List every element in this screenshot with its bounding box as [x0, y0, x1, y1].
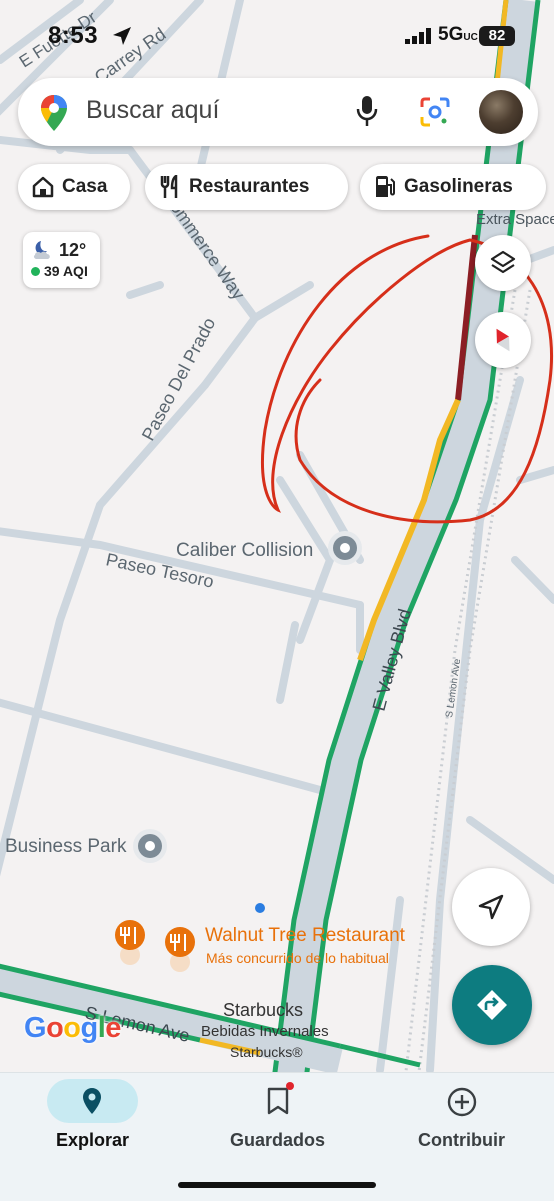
label-extra-space: Extra Space: [476, 211, 554, 228]
nav-contribuir-label: Contribuir: [418, 1130, 505, 1150]
chip-casa[interactable]: Casa: [18, 164, 130, 210]
starbucks-sub2: Starbucks®: [230, 1044, 303, 1060]
home-indicator: [178, 1182, 376, 1188]
moon-cloud-icon: [33, 241, 50, 259]
battery-indicator: 82: [479, 26, 515, 46]
layers-icon: [490, 250, 516, 274]
status-time: 8:53: [48, 22, 99, 49]
chip-restaurantes-label: Restaurantes: [189, 176, 310, 197]
nav-guardados-label: Guardados: [229, 1130, 326, 1150]
explore-pin-icon: [83, 1088, 101, 1114]
mic-icon[interactable]: [356, 95, 378, 127]
avatar[interactable]: [479, 90, 523, 134]
my-location-icon: [478, 894, 504, 920]
google-logo: Google: [24, 1012, 121, 1044]
signal-icon: [405, 28, 431, 44]
weather-widget[interactable]: 12° 39 AQI: [23, 232, 100, 288]
maps-pin-icon: [41, 95, 67, 131]
starbucks-sub1: Bebidas Invernales: [201, 1023, 329, 1040]
guardados-badge: [286, 1082, 294, 1090]
compass-icon: [496, 328, 510, 352]
aqi-dot: [31, 267, 40, 276]
walnut-tree-label[interactable]: Walnut Tree Restaurant: [205, 925, 405, 947]
poi-caliber-pin[interactable]: [328, 531, 362, 565]
weather-aqi: 39 AQI: [44, 263, 88, 279]
chip-gasolineras-label: Gasolineras: [404, 176, 513, 197]
search-bar[interactable]: Buscar aquí: [18, 78, 538, 146]
location-arrow-icon: [113, 27, 131, 45]
my-location-button[interactable]: [452, 868, 530, 946]
user-location-dot: [255, 903, 265, 913]
network-type: 5GUC: [438, 24, 478, 45]
chip-casa-label: Casa: [62, 176, 108, 197]
lens-icon[interactable]: [420, 97, 450, 127]
starbucks-label[interactable]: Starbucks: [223, 1000, 303, 1021]
chip-gasolineras[interactable]: Gasolineras: [360, 164, 546, 210]
directions-icon: [477, 990, 507, 1020]
home-icon: [32, 176, 54, 198]
nav-explorar-label: Explorar: [55, 1130, 130, 1150]
search-input[interactable]: Buscar aquí: [86, 96, 219, 125]
chip-restaurantes[interactable]: Restaurantes: [145, 164, 348, 210]
poi-business-park-pin[interactable]: [133, 829, 167, 863]
walnut-tree-status: Más concurrido de lo habitual: [206, 950, 389, 966]
bookmark-icon: [267, 1087, 289, 1115]
fork-knife-icon: [160, 175, 178, 198]
layers-button[interactable]: [475, 235, 531, 291]
business-park-label[interactable]: Business Park: [5, 836, 126, 858]
add-circle-icon: [447, 1087, 477, 1117]
caliber-label[interactable]: Caliber Collision: [176, 540, 313, 562]
gas-pump-icon: [376, 176, 395, 197]
directions-button[interactable]: [452, 965, 532, 1045]
compass-button[interactable]: [475, 312, 531, 368]
weather-temp: 12°: [59, 240, 87, 260]
status-bar: 8:53 5GUC 82: [0, 0, 554, 72]
